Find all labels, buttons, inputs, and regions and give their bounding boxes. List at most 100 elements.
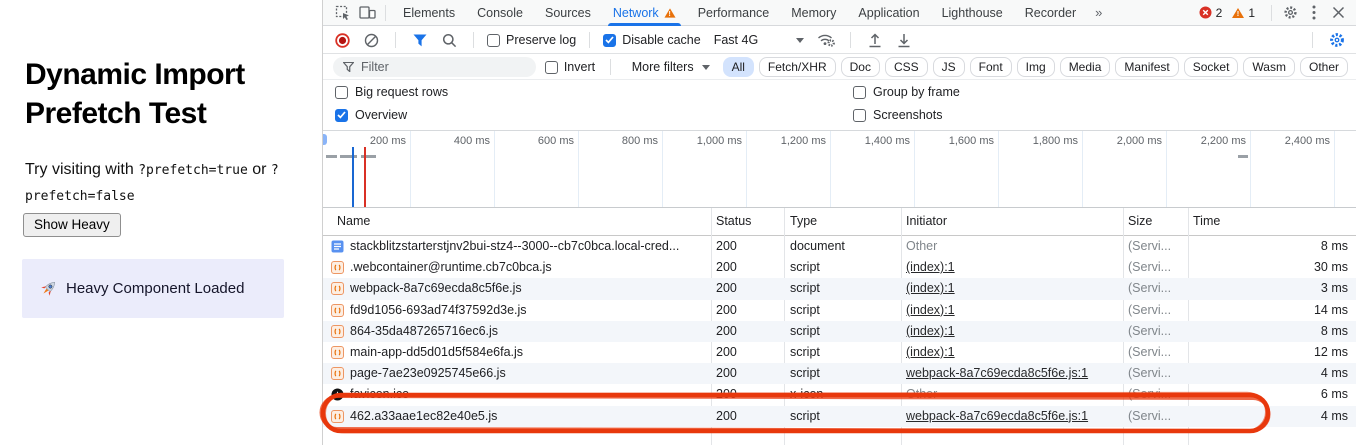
filter-input[interactable]: Filter <box>333 57 536 77</box>
checkbox-checked <box>603 34 616 47</box>
filter-chip-img[interactable]: Img <box>1017 57 1055 77</box>
initiator-text: Other <box>906 239 937 253</box>
close-devtools-icon[interactable] <box>1326 2 1350 24</box>
initiator-link[interactable]: (index):1 <box>906 281 955 295</box>
script-icon <box>331 282 344 295</box>
import-har-icon[interactable] <box>864 29 886 51</box>
toolbar-divider <box>589 32 590 48</box>
filter-placeholder: Filter <box>361 60 389 74</box>
request-initiator: (index):1 <box>906 257 1120 278</box>
filter-toggle-icon[interactable] <box>409 29 431 51</box>
show-heavy-button[interactable]: Show Heavy <box>23 213 121 237</box>
table-row-annotated[interactable]: 462.a33aae1ec82e40e5.js200scriptwebpack-… <box>323 406 1356 427</box>
tab-lighthouse[interactable]: Lighthouse <box>931 0 1014 26</box>
request-name-cell[interactable]: fd9d1056-693ad74f37592d3e.js <box>331 300 709 321</box>
filter-chip-manifest[interactable]: Manifest <box>1115 57 1178 77</box>
throttling-select[interactable]: Fast 4G <box>708 29 808 51</box>
request-name-cell[interactable]: main-app-dd5d01d5f584e6fa.js <box>331 342 709 363</box>
search-icon[interactable] <box>438 29 460 51</box>
warning-badge[interactable]: 1 <box>1232 6 1255 20</box>
timeline-label: 1,000 ms <box>662 135 742 147</box>
tab-network[interactable]: Network <box>602 0 687 26</box>
table-row[interactable]: 864-35da487265716ec6.js200script(index):… <box>323 321 1356 342</box>
initiator-link[interactable]: (index):1 <box>906 260 955 274</box>
screenshots-checkbox[interactable]: Screenshots <box>853 108 942 122</box>
timeline-label: 1,800 ms <box>998 135 1078 147</box>
device-toolbar-icon[interactable] <box>355 2 379 24</box>
column-header-name[interactable]: Name <box>337 214 370 228</box>
initiator-link[interactable]: (index):1 <box>906 324 955 338</box>
tab-performance[interactable]: Performance <box>687 0 781 26</box>
filter-chip-all[interactable]: All <box>723 57 754 77</box>
column-header-time[interactable]: Time <box>1193 214 1220 228</box>
clear-network-log-button[interactable] <box>360 29 382 51</box>
filter-chip-media[interactable]: Media <box>1060 57 1111 77</box>
table-row[interactable]: webpack-8a7c69ecda8c5f6e.js200script(ind… <box>323 278 1356 299</box>
error-badge[interactable]: 2 <box>1199 6 1223 20</box>
request-name-cell[interactable]: 864-35da487265716ec6.js <box>331 321 709 342</box>
filter-chip-wasm[interactable]: Wasm <box>1243 57 1295 77</box>
request-size: (Servi... <box>1128 236 1185 257</box>
tab-application[interactable]: Application <box>847 0 930 26</box>
table-row[interactable]: fd9d1056-693ad74f37592d3e.js200script(in… <box>323 300 1356 321</box>
network-settings-gear-icon[interactable] <box>1326 29 1348 51</box>
column-header-initiator[interactable]: Initiator <box>906 214 947 228</box>
initiator-link[interactable]: webpack-8a7c69ecda8c5f6e.js:1 <box>906 366 1088 380</box>
filter-chip-js[interactable]: JS <box>933 57 965 77</box>
big-request-rows-checkbox[interactable]: Big request rows <box>335 85 448 99</box>
record-network-log-button[interactable] <box>331 29 353 51</box>
request-name-cell[interactable]: .webcontainer@runtime.cb7c0bca.js <box>331 257 709 278</box>
initiator-link[interactable]: webpack-8a7c69ecda8c5f6e.js:1 <box>906 409 1088 423</box>
big-request-rows-label: Big request rows <box>355 85 448 99</box>
filter-chip-other[interactable]: Other <box>1300 57 1348 77</box>
filter-chip-fetch-xhr[interactable]: Fetch/XHR <box>759 57 836 77</box>
tab-sources[interactable]: Sources <box>534 0 602 26</box>
network-conditions-icon[interactable] <box>815 29 837 51</box>
request-name-cell[interactable]: 462.a33aae1ec82e40e5.js <box>331 406 709 427</box>
table-row[interactable]: favicon.ico200x-iconOther(Servi...6 ms <box>323 384 1356 405</box>
inspect-element-icon[interactable] <box>331 2 355 24</box>
tab-console[interactable]: Console <box>466 0 534 26</box>
tab-recorder[interactable]: Recorder <box>1014 0 1087 26</box>
column-header-size[interactable]: Size <box>1128 214 1152 228</box>
group-by-frame-checkbox[interactable]: Group by frame <box>853 85 960 99</box>
table-row[interactable]: .webcontainer@runtime.cb7c0bca.js200scri… <box>323 257 1356 278</box>
network-overview-timeline[interactable]: 200 ms400 ms600 ms800 ms1,000 ms1,200 ms… <box>323 130 1356 208</box>
checkbox-unchecked <box>853 86 866 99</box>
column-header-type[interactable]: Type <box>790 214 817 228</box>
request-name-cell[interactable]: favicon.ico <box>331 384 709 405</box>
request-name-cell[interactable]: page-7ae23e0925745e66.js <box>331 363 709 384</box>
network-toolbar: Preserve log Disable cache Fast 4G <box>323 27 1356 54</box>
filter-chip-font[interactable]: Font <box>970 57 1012 77</box>
initiator-link[interactable]: (index):1 <box>906 303 955 317</box>
tab-elements[interactable]: Elements <box>392 0 466 26</box>
settings-gear-icon[interactable] <box>1278 2 1302 24</box>
tab-memory[interactable]: Memory <box>780 0 847 26</box>
request-time: 8 ms <box>1258 236 1348 257</box>
invert-checkbox[interactable]: Invert <box>545 60 595 74</box>
request-name: webpack-8a7c69ecda8c5f6e.js <box>350 278 522 299</box>
filter-chip-socket[interactable]: Socket <box>1184 57 1239 77</box>
overview-label: Overview <box>355 108 407 122</box>
initiator-link[interactable]: (index):1 <box>906 345 955 359</box>
kebab-menu-icon[interactable] <box>1302 2 1326 24</box>
request-name-cell[interactable]: stackblitzstarterstjnv2bui-stz4--3000--c… <box>331 236 709 257</box>
checkbox-unchecked <box>487 34 500 47</box>
table-row[interactable]: stackblitzstarterstjnv2bui-stz4--3000--c… <box>323 236 1356 257</box>
request-time: 12 ms <box>1258 342 1348 363</box>
request-status: 200 <box>716 300 781 321</box>
request-name-cell[interactable]: webpack-8a7c69ecda8c5f6e.js <box>331 278 709 299</box>
more-tabs-button[interactable]: » <box>1087 5 1110 20</box>
table-row[interactable]: page-7ae23e0925745e66.js200scriptwebpack… <box>323 363 1356 384</box>
export-har-icon[interactable] <box>893 29 915 51</box>
favicon-icon <box>331 388 344 401</box>
column-header-status[interactable]: Status <box>716 214 751 228</box>
filter-chip-doc[interactable]: Doc <box>841 57 880 77</box>
overview-request-bar <box>1238 155 1248 158</box>
filter-chip-css[interactable]: CSS <box>885 57 928 77</box>
more-filters-dropdown[interactable]: More filters <box>626 56 714 78</box>
disable-cache-checkbox[interactable]: Disable cache <box>603 33 701 47</box>
overview-checkbox[interactable]: Overview <box>335 108 407 122</box>
preserve-log-checkbox[interactable]: Preserve log <box>487 33 576 47</box>
table-row[interactable]: main-app-dd5d01d5f584e6fa.js200script(in… <box>323 342 1356 363</box>
